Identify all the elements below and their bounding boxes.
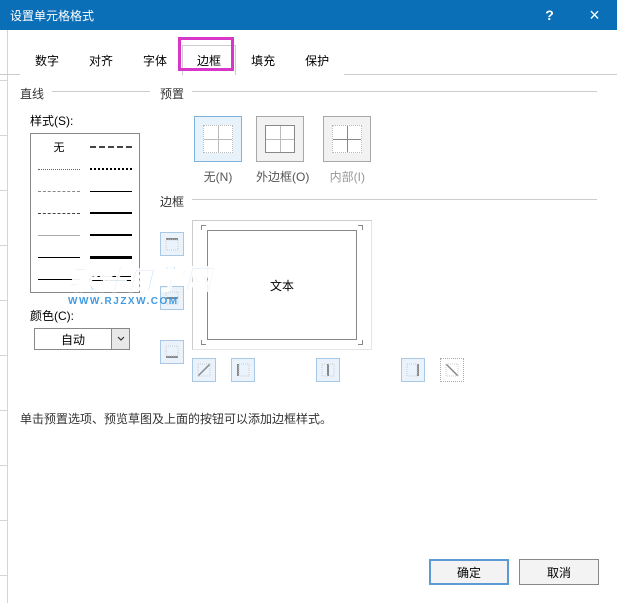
style-opt[interactable] <box>33 180 85 202</box>
border-left-button[interactable] <box>231 358 255 382</box>
border-diag-down-button[interactable] <box>440 358 464 382</box>
style-opt[interactable] <box>33 268 85 290</box>
tab-font[interactable]: 字体 <box>128 45 182 75</box>
preset-group-label: 预置 <box>160 85 184 102</box>
style-opt[interactable] <box>33 158 85 180</box>
border-diag-up-button[interactable] <box>192 358 216 382</box>
preview-text: 文本 <box>270 277 294 294</box>
preset-outline-label: 外边框(O) <box>256 168 309 185</box>
border-bottom-button[interactable] <box>160 340 184 364</box>
preset-inside-icon <box>332 125 362 153</box>
color-value: 自动 <box>35 331 111 348</box>
tab-protect[interactable]: 保护 <box>290 45 344 75</box>
style-opt[interactable] <box>33 224 85 246</box>
style-opt[interactable] <box>85 224 137 246</box>
color-label: 颜色(C): <box>30 307 150 324</box>
tab-fill[interactable]: 填充 <box>236 45 290 75</box>
close-button[interactable]: × <box>572 0 617 30</box>
style-opt[interactable] <box>85 268 137 290</box>
tab-bar: 数字 对齐 字体 边框 填充 保护 <box>0 30 617 75</box>
tab-align[interactable]: 对齐 <box>74 45 128 75</box>
help-button[interactable]: ? <box>527 0 572 30</box>
border-middle-v-button[interactable] <box>316 358 340 382</box>
color-dropdown[interactable]: 自动 <box>34 328 130 350</box>
style-opt[interactable] <box>85 158 137 180</box>
preset-none-label: 无(N) <box>194 168 242 185</box>
line-style-list[interactable]: 无 <box>30 133 140 293</box>
preset-outline-icon <box>265 125 295 153</box>
style-opt[interactable] <box>85 202 137 224</box>
preset-none-button[interactable] <box>194 116 242 162</box>
style-opt[interactable] <box>85 180 137 202</box>
ok-button[interactable]: 确定 <box>429 559 509 585</box>
preset-inside-button[interactable] <box>323 116 371 162</box>
tab-number[interactable]: 数字 <box>20 45 74 75</box>
chevron-down-icon <box>111 329 129 349</box>
instruction-text: 单击预置选项、预览草图及上面的按钮可以添加边框样式。 <box>20 410 617 427</box>
style-opt[interactable] <box>85 136 137 158</box>
border-middle-h-button[interactable] <box>160 286 184 310</box>
style-opt[interactable] <box>85 246 137 268</box>
style-label: 样式(S): <box>30 112 150 129</box>
style-opt[interactable] <box>33 202 85 224</box>
preset-outline-button[interactable] <box>256 116 304 162</box>
border-preview[interactable]: 文本 <box>192 220 372 350</box>
preset-inside-label: 内部(I) <box>323 168 371 185</box>
line-group-label: 直线 <box>20 85 44 102</box>
cancel-button[interactable]: 取消 <box>519 559 599 585</box>
style-opt[interactable] <box>33 246 85 268</box>
dialog-title: 设置单元格格式 <box>10 7 94 24</box>
preset-none-icon <box>203 125 233 153</box>
style-none[interactable]: 无 <box>33 136 85 158</box>
border-top-button[interactable] <box>160 232 184 256</box>
border-right-button[interactable] <box>401 358 425 382</box>
tab-border[interactable]: 边框 <box>182 45 236 75</box>
titlebar: 设置单元格格式 ? × <box>0 0 617 30</box>
border-group-label: 边框 <box>160 193 184 210</box>
